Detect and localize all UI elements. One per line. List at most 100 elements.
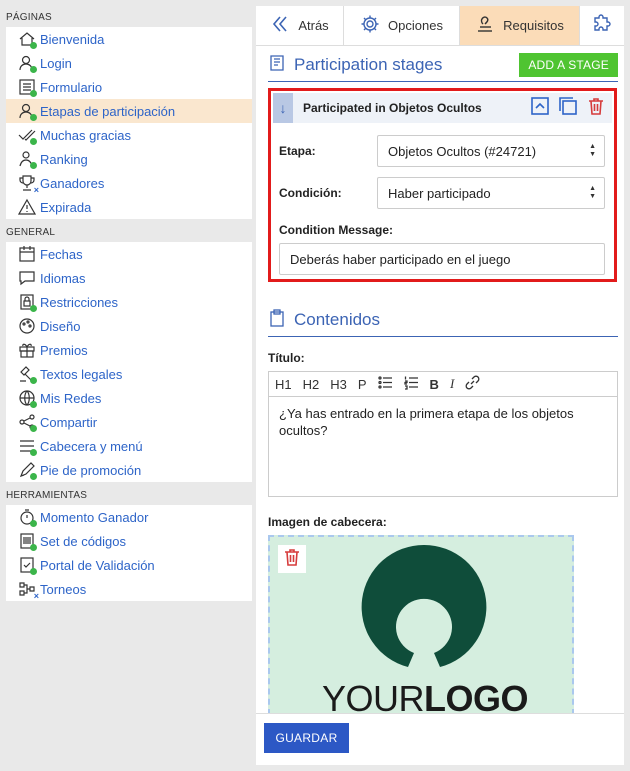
stopwatch-icon bbox=[16, 507, 38, 527]
status-x: × bbox=[33, 185, 39, 195]
sidebar-section: Bienvenida Login Formulario Etapas de parti… bbox=[6, 27, 252, 219]
section-title: GENERAL bbox=[0, 223, 254, 242]
sidebar-item[interactable]: Cabecera y menú bbox=[6, 434, 252, 458]
sidebar-item[interactable]: Portal de Validación bbox=[6, 553, 252, 577]
stage-card: ↓ Participated in Objetos Ocultos Etapa:… bbox=[268, 88, 617, 282]
add-stage-button[interactable]: ADD A STAGE bbox=[519, 53, 618, 77]
panel-footer: GUARDAR bbox=[256, 713, 624, 765]
tab-back[interactable]: Atrás bbox=[256, 6, 344, 45]
sidebar-item[interactable]: Set de códigos bbox=[6, 529, 252, 553]
h1-button[interactable]: H1 bbox=[275, 377, 292, 392]
sidebar-item[interactable]: Formulario bbox=[6, 75, 252, 99]
restrictions-icon bbox=[16, 292, 38, 312]
bullet-list-icon[interactable] bbox=[377, 375, 393, 393]
sidebar-item[interactable]: × Ganadores bbox=[6, 171, 252, 195]
panel-content[interactable]: Participation stages ADD A STAGE ↓ Parti… bbox=[256, 47, 624, 714]
select-arrows-icon: ▲ ▼ bbox=[589, 185, 596, 200]
tab-options-label: Opciones bbox=[388, 18, 443, 33]
trash-icon bbox=[282, 547, 302, 572]
speech-bubble-icon bbox=[16, 268, 38, 288]
pen-icon bbox=[16, 460, 38, 480]
status-dot bbox=[30, 377, 37, 384]
sidebar-item[interactable]: Idiomas bbox=[6, 266, 252, 290]
sidebar-item[interactable]: Fechas bbox=[6, 242, 252, 266]
sidebar-item-label: Pie de promoción bbox=[40, 462, 142, 478]
save-button[interactable]: GUARDAR bbox=[264, 723, 349, 753]
header-image[interactable]: YOURLOGO bbox=[268, 535, 574, 714]
stages-heading: Participation stages bbox=[268, 54, 442, 77]
sidebar-item[interactable]: × Torneos bbox=[6, 577, 252, 601]
condicion-label: Condición: bbox=[279, 186, 342, 200]
sidebar-item-label: Idiomas bbox=[40, 270, 86, 286]
etapa-value: Objetos Ocultos (#24721) bbox=[388, 143, 537, 159]
paragraph-button[interactable]: P bbox=[358, 377, 367, 392]
image-delete-button[interactable] bbox=[278, 545, 306, 573]
italic-button[interactable]: I bbox=[450, 376, 454, 392]
sidebar-section: Momento Ganador Set de códigos Portal de V… bbox=[6, 505, 252, 601]
status-dot bbox=[30, 42, 37, 49]
condicion-select[interactable]: Haber participado ▲ ▼ bbox=[377, 177, 605, 209]
trophy-icon: × bbox=[16, 173, 39, 195]
sidebar-item-label: Restricciones bbox=[40, 294, 119, 310]
sidebar-item[interactable]: Textos legales bbox=[6, 362, 252, 386]
user-stages-icon bbox=[16, 101, 38, 121]
sidebar-item[interactable]: Ranking bbox=[6, 147, 252, 171]
sidebar-item-label: Expirada bbox=[40, 199, 92, 215]
select-arrows-icon: ▲ ▼ bbox=[589, 143, 596, 158]
status-dot bbox=[30, 473, 37, 480]
tab-bar: Atrás Opciones Requisitos bbox=[256, 6, 624, 46]
title-editor[interactable]: ¿Ya has entrado en la primera etapa de l… bbox=[268, 397, 618, 497]
sidebar-item[interactable]: Mis Redes bbox=[6, 386, 252, 410]
sidebar-item-label: Set de códigos bbox=[40, 533, 127, 549]
sidebar-item[interactable]: Momento Ganador bbox=[6, 505, 252, 529]
section-title: PÁGINAS bbox=[0, 0, 254, 27]
status-dot bbox=[30, 520, 37, 527]
stage-header: ↓ Participated in Objetos Ocultos bbox=[273, 93, 612, 123]
tab-options[interactable]: Opciones bbox=[344, 6, 460, 45]
sidebar-item[interactable]: Premios bbox=[6, 338, 252, 362]
collapse-icon[interactable] bbox=[530, 96, 550, 121]
contents-heading: Contenidos bbox=[268, 308, 380, 332]
status-dot bbox=[30, 568, 37, 575]
sidebar-item[interactable]: Compartir bbox=[6, 410, 252, 434]
move-down-button[interactable]: ↓ bbox=[273, 93, 293, 123]
ranking-icon bbox=[16, 149, 38, 169]
sidebar-item-label: Textos legales bbox=[40, 366, 123, 382]
etapa-label: Etapa: bbox=[279, 144, 316, 158]
globe-icon bbox=[16, 388, 38, 408]
status-dot bbox=[30, 162, 37, 169]
sidebar-item[interactable]: Pie de promoción bbox=[6, 458, 252, 482]
h2-button[interactable]: H2 bbox=[303, 377, 320, 392]
gear-icon bbox=[360, 14, 380, 37]
logo-text: YOURLOGO bbox=[322, 678, 529, 714]
sidebar-item[interactable]: Bienvenida bbox=[6, 27, 252, 51]
title-label: Título: bbox=[268, 351, 305, 365]
duplicate-icon[interactable] bbox=[558, 96, 578, 121]
sidebar-item[interactable]: Login bbox=[6, 51, 252, 75]
tab-integrations[interactable] bbox=[580, 6, 624, 45]
status-dot bbox=[30, 90, 37, 97]
trash-icon[interactable] bbox=[586, 96, 606, 121]
condition-message-input[interactable]: Deberás haber participado en el juego bbox=[279, 243, 605, 275]
home-icon bbox=[16, 29, 38, 49]
sidebar-item[interactable]: Etapas de participación bbox=[6, 99, 252, 123]
sidebar-item[interactable]: Expirada bbox=[6, 195, 252, 219]
sidebar-item[interactable]: Muchas gracias bbox=[6, 123, 252, 147]
tab-requirements-label: Requisitos bbox=[503, 18, 564, 33]
numbered-list-icon[interactable] bbox=[403, 375, 419, 393]
status-dot bbox=[30, 305, 37, 312]
sidebar-item-label: Diseño bbox=[40, 318, 81, 334]
sidebar-item[interactable]: Restricciones bbox=[6, 290, 252, 314]
status-dot bbox=[30, 449, 37, 456]
sidebar-item-label: Ganadores bbox=[40, 175, 105, 191]
bold-button[interactable]: B bbox=[430, 377, 439, 392]
etapa-select[interactable]: Objetos Ocultos (#24721) ▲ ▼ bbox=[377, 135, 605, 167]
sidebar-section: Fechas Idiomas Restricciones Diseño Premios T… bbox=[6, 242, 252, 482]
sidebar-item-label: Momento Ganador bbox=[40, 509, 149, 525]
h3-button[interactable]: H3 bbox=[330, 377, 347, 392]
sidebar-item-label: Muchas gracias bbox=[40, 127, 132, 143]
sidebar-item-label: Login bbox=[40, 55, 72, 71]
tab-requirements[interactable]: Requisitos bbox=[460, 6, 580, 45]
sidebar-item[interactable]: Diseño bbox=[6, 314, 252, 338]
link-icon[interactable] bbox=[465, 375, 480, 393]
